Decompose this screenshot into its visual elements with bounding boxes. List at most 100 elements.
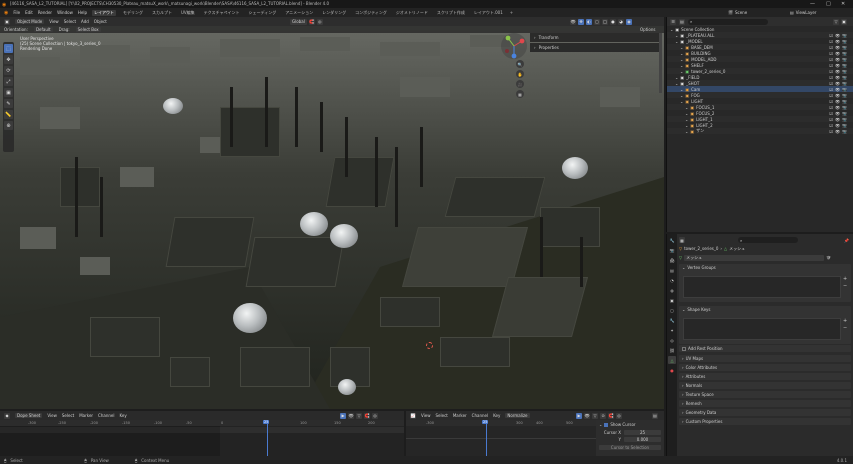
graph-editor-icon[interactable]: 📈 (410, 412, 416, 419)
chevron-down-icon[interactable]: ⌄ (680, 69, 683, 74)
options-dropdown[interactable]: Options (640, 27, 655, 32)
particles-tab-icon[interactable]: ✦ (668, 326, 676, 334)
annotate-tool-icon[interactable]: ✎ (4, 99, 13, 108)
eye-icon[interactable]: 👁 (835, 63, 840, 68)
viewport-menu-add[interactable]: Add (81, 19, 89, 24)
outliner-row[interactable]: ⌄ ▣ ザン ☑ 👁 📷 (667, 128, 853, 134)
move-tool-icon[interactable]: ✥ (4, 55, 13, 64)
eye-icon[interactable]: 👁 (835, 51, 840, 56)
checkbox-icon[interactable]: ☑ (829, 51, 833, 56)
graph-current-frame-label[interactable]: 25 (482, 420, 489, 424)
cursor-y-field[interactable]: 0.000 (624, 437, 661, 442)
chevron-down-icon[interactable]: ⌄ (675, 75, 678, 80)
props-search-input[interactable]: ⌕ (738, 237, 798, 243)
proportional-icon[interactable]: ◎ (372, 412, 378, 419)
mode-dropdown[interactable]: Object Mode (15, 19, 45, 24)
scene-selector[interactable]: 🎬 Scene (728, 10, 747, 15)
menu-window[interactable]: Window (57, 10, 73, 15)
eye-icon[interactable]: 👁 (835, 111, 840, 116)
show-hidden-icon[interactable]: 👁 (348, 412, 354, 419)
chevron-down-icon[interactable]: ⌄ (680, 99, 683, 104)
camera-render-icon[interactable]: 📷 (842, 63, 847, 68)
add-rest-position-row[interactable]: Add Rest Position (679, 345, 851, 352)
chevron-down-icon[interactable]: ⌄ (680, 93, 683, 98)
workspace-tab[interactable]: レイアウト (91, 9, 116, 16)
pan-hand-icon[interactable]: ✋ (516, 70, 524, 78)
blender-menu-icon[interactable]: ◉ (4, 10, 8, 16)
viewport-menu-select[interactable]: Select (64, 19, 76, 24)
dopesheet-mode-dropdown[interactable]: Dope Sheet (15, 413, 43, 418)
vertex-groups-list[interactable] (683, 276, 841, 298)
chevron-down-icon[interactable]: ⌄ (685, 111, 688, 116)
viewlayer-selector[interactable]: ▤ ViewLayer (790, 10, 816, 15)
chevron-down-icon[interactable]: ⌄ (685, 123, 688, 128)
modifier-tab-icon[interactable]: 🔧 (668, 316, 676, 324)
rotate-tool-icon[interactable]: ⟳ (4, 66, 13, 75)
eye-icon[interactable]: 👁 (835, 129, 840, 134)
panel-transform[interactable]: › Transform (530, 33, 660, 42)
workspace-tab[interactable]: シェーディング (247, 10, 279, 16)
display-mode-icon[interactable]: ▤ (679, 18, 685, 25)
attributes-panel[interactable]: › Attributes (679, 373, 851, 380)
remove-vertex-group-button[interactable]: − (843, 283, 847, 289)
show-cursor-checkbox[interactable] (604, 422, 609, 427)
checkbox-icon[interactable]: ☑ (829, 105, 833, 110)
proportional-edit-icon[interactable]: ◎ (316, 18, 323, 25)
camera-render-icon[interactable]: 📷 (842, 45, 847, 50)
normals-panel[interactable]: › Normals (679, 382, 851, 389)
normalize-toggle[interactable]: Normalize (505, 413, 530, 418)
overlay-toggle-icon[interactable]: ◐ (586, 18, 592, 25)
props-editor-icon[interactable]: ▦ (679, 237, 685, 243)
transform-pivot-dropdown[interactable]: Global (290, 18, 307, 25)
shape-keys-list[interactable] (683, 318, 841, 340)
collection-tab-icon[interactable]: ▣ (668, 296, 676, 304)
camera-render-icon[interactable]: 📷 (842, 57, 847, 62)
chevron-down-icon[interactable]: ⌄ (685, 117, 688, 122)
eye-icon[interactable]: 👁 (835, 123, 840, 128)
xray-toggle-icon[interactable]: ▢ (594, 18, 600, 25)
dopesheet-menu-view[interactable]: View (47, 413, 57, 418)
camera-render-icon[interactable]: 📷 (842, 87, 847, 92)
constraints-tab-icon[interactable]: ⛓ (668, 346, 676, 354)
chevron-down-icon[interactable]: ⌄ (680, 57, 683, 62)
fake-user-icon[interactable]: 🛡 (826, 255, 831, 260)
view-layer-tab-icon[interactable]: ▤ (668, 266, 676, 274)
eye-icon[interactable]: 👁 (835, 81, 840, 86)
workspace-tab[interactable]: UV編集 (179, 10, 197, 16)
texture-space-panel[interactable]: › Texture Space (679, 391, 851, 398)
render-tab-icon[interactable]: 📷 (668, 246, 676, 254)
mesh-data-tab-icon[interactable]: △ (668, 356, 676, 364)
new-collection-icon[interactable]: ▣ (841, 18, 847, 25)
3d-viewport[interactable] (0, 17, 664, 409)
chevron-down-icon[interactable]: ⌄ (680, 63, 683, 68)
workspace-tab[interactable]: レンダリング (320, 10, 348, 16)
current-frame-label[interactable]: 25 (263, 420, 270, 424)
visibility-icon[interactable]: 👁 (570, 18, 576, 25)
dopesheet-menu-select[interactable]: Select (62, 413, 74, 418)
checkbox-icon[interactable]: ☑ (829, 81, 833, 86)
output-tab-icon[interactable]: 🖨 (668, 256, 676, 264)
transform-tool-icon[interactable]: ▣ (4, 88, 13, 97)
chevron-down-icon[interactable]: ⌄ (675, 39, 678, 44)
snap-icon[interactable]: 🧲 (308, 18, 315, 25)
workspace-tab[interactable]: テクスチャペイント (202, 10, 242, 16)
chevron-down-icon[interactable]: ⌄ (685, 105, 688, 110)
eye-icon[interactable]: 👁 (835, 45, 840, 50)
checkbox-icon[interactable]: ☑ (829, 111, 833, 116)
custom-properties-panel[interactable]: › Custom Properties (679, 418, 851, 425)
camera-render-icon[interactable]: 📷 (842, 75, 847, 80)
remove-shape-key-button[interactable]: − (843, 325, 847, 331)
shading-solid-icon[interactable]: ● (610, 18, 616, 25)
workspace-tab[interactable]: レイアウト.001 (472, 10, 505, 16)
only-selected-icon[interactable]: ▶ (340, 412, 346, 419)
dopesheet-menu-marker[interactable]: Marker (79, 413, 93, 418)
tool-tab-icon[interactable]: 🔧 (668, 236, 676, 244)
graph-frame-ruler[interactable]: -300 300 400 500 (406, 420, 596, 426)
uv-maps-panel[interactable]: › UV Maps (679, 355, 851, 362)
playhead[interactable] (267, 420, 268, 456)
scale-tool-icon[interactable]: ⤢ (4, 77, 13, 86)
chevron-down-icon[interactable]: ⌄ (680, 45, 683, 50)
menu-help[interactable]: Help (78, 10, 87, 15)
viewport-menu-view[interactable]: View (49, 19, 59, 24)
checkbox-icon[interactable]: ☑ (829, 75, 833, 80)
